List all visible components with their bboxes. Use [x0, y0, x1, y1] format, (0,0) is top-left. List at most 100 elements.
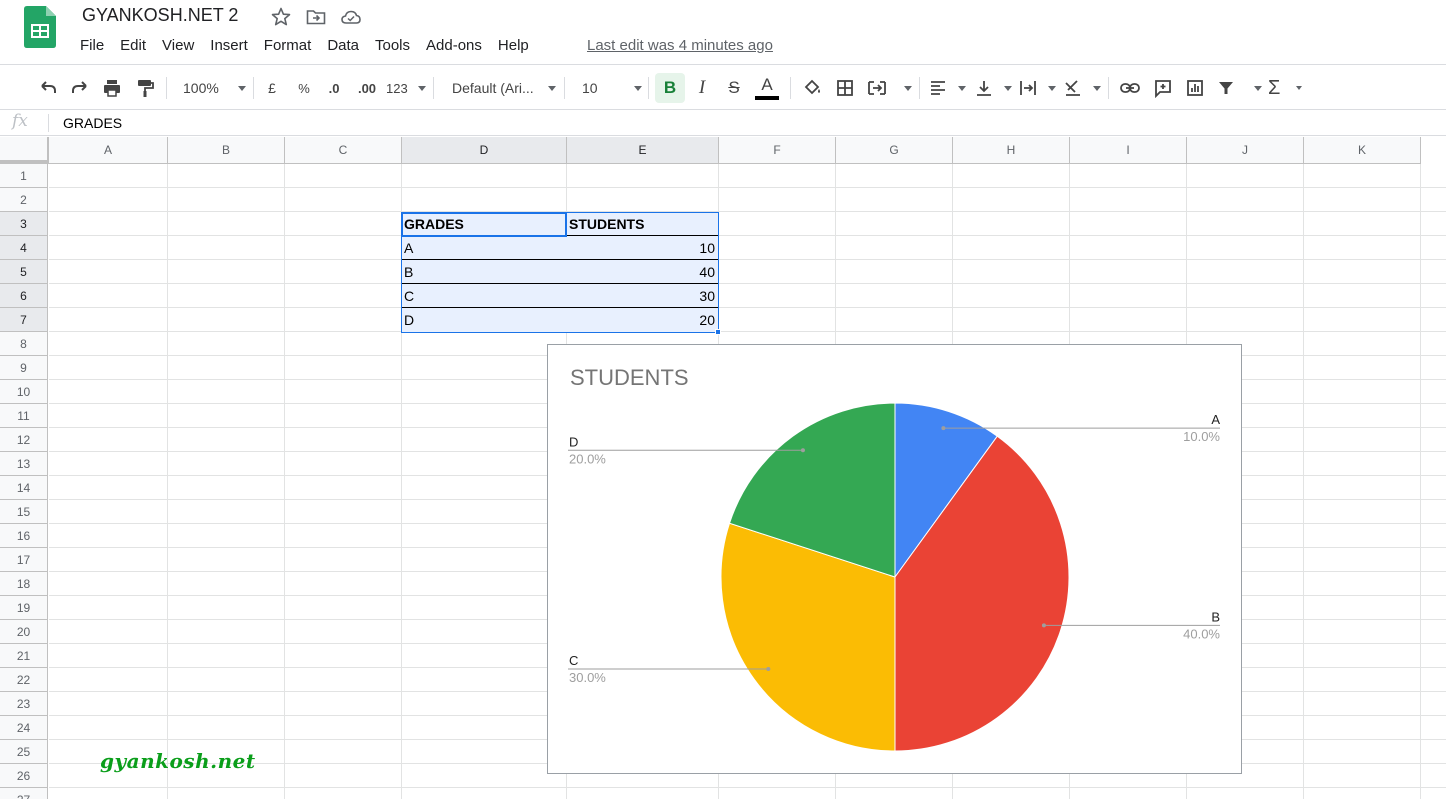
row-header-18[interactable]: 18: [0, 572, 48, 596]
row-header-3[interactable]: 3: [0, 212, 48, 236]
percent-button[interactable]: %: [294, 73, 314, 103]
column-header-i[interactable]: I: [1070, 137, 1187, 164]
last-edit-link[interactable]: Last edit was 4 minutes ago: [587, 37, 773, 54]
fill-handle[interactable]: [715, 329, 721, 335]
insert-comment-icon[interactable]: [1151, 73, 1175, 103]
text-wrapping-icon[interactable]: [1018, 73, 1056, 103]
insert-chart-icon[interactable]: [1183, 73, 1207, 103]
row-header-15[interactable]: 15: [0, 500, 48, 524]
cell-e6[interactable]: 30: [566, 284, 719, 308]
zoom-select[interactable]: 100%: [176, 73, 246, 103]
cell-d5[interactable]: B: [401, 260, 567, 284]
column-header-g[interactable]: G: [836, 137, 953, 164]
insert-link-icon[interactable]: [1118, 73, 1142, 103]
horizontal-align-icon[interactable]: [928, 73, 966, 103]
column-header-e[interactable]: E: [567, 137, 719, 164]
cell-d3[interactable]: GRADES: [401, 212, 567, 236]
row-header-10[interactable]: 10: [0, 380, 48, 404]
row-header-17[interactable]: 17: [0, 548, 48, 572]
row-header-5[interactable]: 5: [0, 260, 48, 284]
row-header-22[interactable]: 22: [0, 668, 48, 692]
borders-icon[interactable]: [833, 73, 857, 103]
menu-format[interactable]: Format: [256, 34, 320, 58]
row-header-13[interactable]: 13: [0, 452, 48, 476]
more-formats-button[interactable]: 123: [386, 73, 426, 103]
row-header-8[interactable]: 8: [0, 332, 48, 356]
column-header-h[interactable]: H: [953, 137, 1070, 164]
cell-d7[interactable]: D: [401, 308, 567, 333]
sum-icon: Σ: [1268, 76, 1281, 99]
menu-file[interactable]: File: [72, 34, 112, 58]
functions-button[interactable]: Σ: [1268, 73, 1302, 103]
cell-d4[interactable]: A: [401, 236, 567, 260]
row-header-11[interactable]: 11: [0, 404, 48, 428]
pie-chart[interactable]: A 10.0% B 40.0% C 30.0% D 20.0% STUDENTS: [547, 344, 1242, 774]
row-header-16[interactable]: 16: [0, 524, 48, 548]
redo-icon[interactable]: [68, 73, 92, 103]
row-header-24[interactable]: 24: [0, 716, 48, 740]
menu-insert[interactable]: Insert: [202, 34, 256, 58]
cell-e4[interactable]: 10: [566, 236, 719, 260]
column-header-d[interactable]: D: [402, 137, 567, 164]
row-header-14[interactable]: 14: [0, 476, 48, 500]
row-header-20[interactable]: 20: [0, 620, 48, 644]
column-header-j[interactable]: J: [1187, 137, 1304, 164]
increase-decimals-button[interactable]: .00: [354, 73, 380, 103]
paint-format-icon[interactable]: [133, 73, 157, 103]
filter-icon[interactable]: [1216, 73, 1262, 103]
row-header-26[interactable]: 26: [0, 764, 48, 788]
bold-button[interactable]: B: [655, 73, 685, 103]
select-all-corner[interactable]: [0, 137, 51, 164]
cell-e7[interactable]: 20: [566, 308, 719, 333]
row-header-27[interactable]: 27: [0, 788, 48, 799]
menu-edit[interactable]: Edit: [112, 34, 154, 58]
text-rotation-icon[interactable]: [1063, 73, 1101, 103]
slice-percent-b: 40.0%: [1183, 626, 1220, 641]
move-to-folder-icon[interactable]: [305, 6, 327, 28]
row-header-25[interactable]: 25: [0, 740, 48, 764]
menu-addons[interactable]: Add-ons: [418, 34, 490, 58]
strikethrough-button[interactable]: S: [722, 73, 746, 103]
row-header-23[interactable]: 23: [0, 692, 48, 716]
undo-icon[interactable]: [36, 73, 60, 103]
column-header-a[interactable]: A: [49, 137, 168, 164]
cloud-saved-icon[interactable]: [340, 6, 362, 28]
vertical-align-icon[interactable]: [974, 73, 1012, 103]
font-size-select[interactable]: 10: [576, 73, 642, 103]
print-icon[interactable]: [100, 73, 124, 103]
menu-data[interactable]: Data: [319, 34, 367, 58]
row-header-7[interactable]: 7: [0, 308, 48, 332]
row-header-4[interactable]: 4: [0, 236, 48, 260]
text-color-button[interactable]: A: [754, 73, 780, 103]
row-header-12[interactable]: 12: [0, 428, 48, 452]
menu-view[interactable]: View: [154, 34, 202, 58]
spreadsheet-grid[interactable]: ABCDEFGHIJK 1 2 3 4 5 6 7 8 9 10 11 12 13 14 15 16 17 18 1…: [0, 137, 1446, 799]
cell-d6[interactable]: C: [401, 284, 567, 308]
cell-e5[interactable]: 40: [566, 260, 719, 284]
document-title[interactable]: GYANKOSH.NET 2: [82, 5, 238, 26]
sheets-logo-icon[interactable]: [24, 6, 56, 48]
formula-input[interactable]: GRADES: [63, 115, 122, 131]
row-header-21[interactable]: 21: [0, 644, 48, 668]
currency-button[interactable]: £: [262, 73, 282, 103]
fill-color-icon[interactable]: [800, 73, 824, 103]
row-header-2[interactable]: 2: [0, 188, 48, 212]
column-header-c[interactable]: C: [285, 137, 402, 164]
text-color-swatch: [755, 96, 779, 100]
font-select[interactable]: Default (Ari...: [446, 73, 556, 103]
column-header-f[interactable]: F: [719, 137, 836, 164]
column-header-b[interactable]: B: [168, 137, 285, 164]
menu-help[interactable]: Help: [490, 34, 537, 58]
italic-button[interactable]: I: [690, 73, 714, 103]
cell-e3[interactable]: STUDENTS: [566, 212, 719, 236]
row-header-6[interactable]: 6: [0, 284, 48, 308]
chevron-down-icon: [1048, 85, 1056, 91]
decrease-decimals-button[interactable]: .0: [322, 73, 346, 103]
star-icon[interactable]: [270, 6, 292, 28]
merge-cells-icon[interactable]: [866, 73, 912, 103]
menu-tools[interactable]: Tools: [367, 34, 418, 58]
row-header-9[interactable]: 9: [0, 356, 48, 380]
row-header-1[interactable]: 1: [0, 164, 48, 188]
column-header-k[interactable]: K: [1304, 137, 1421, 164]
row-header-19[interactable]: 19: [0, 596, 48, 620]
